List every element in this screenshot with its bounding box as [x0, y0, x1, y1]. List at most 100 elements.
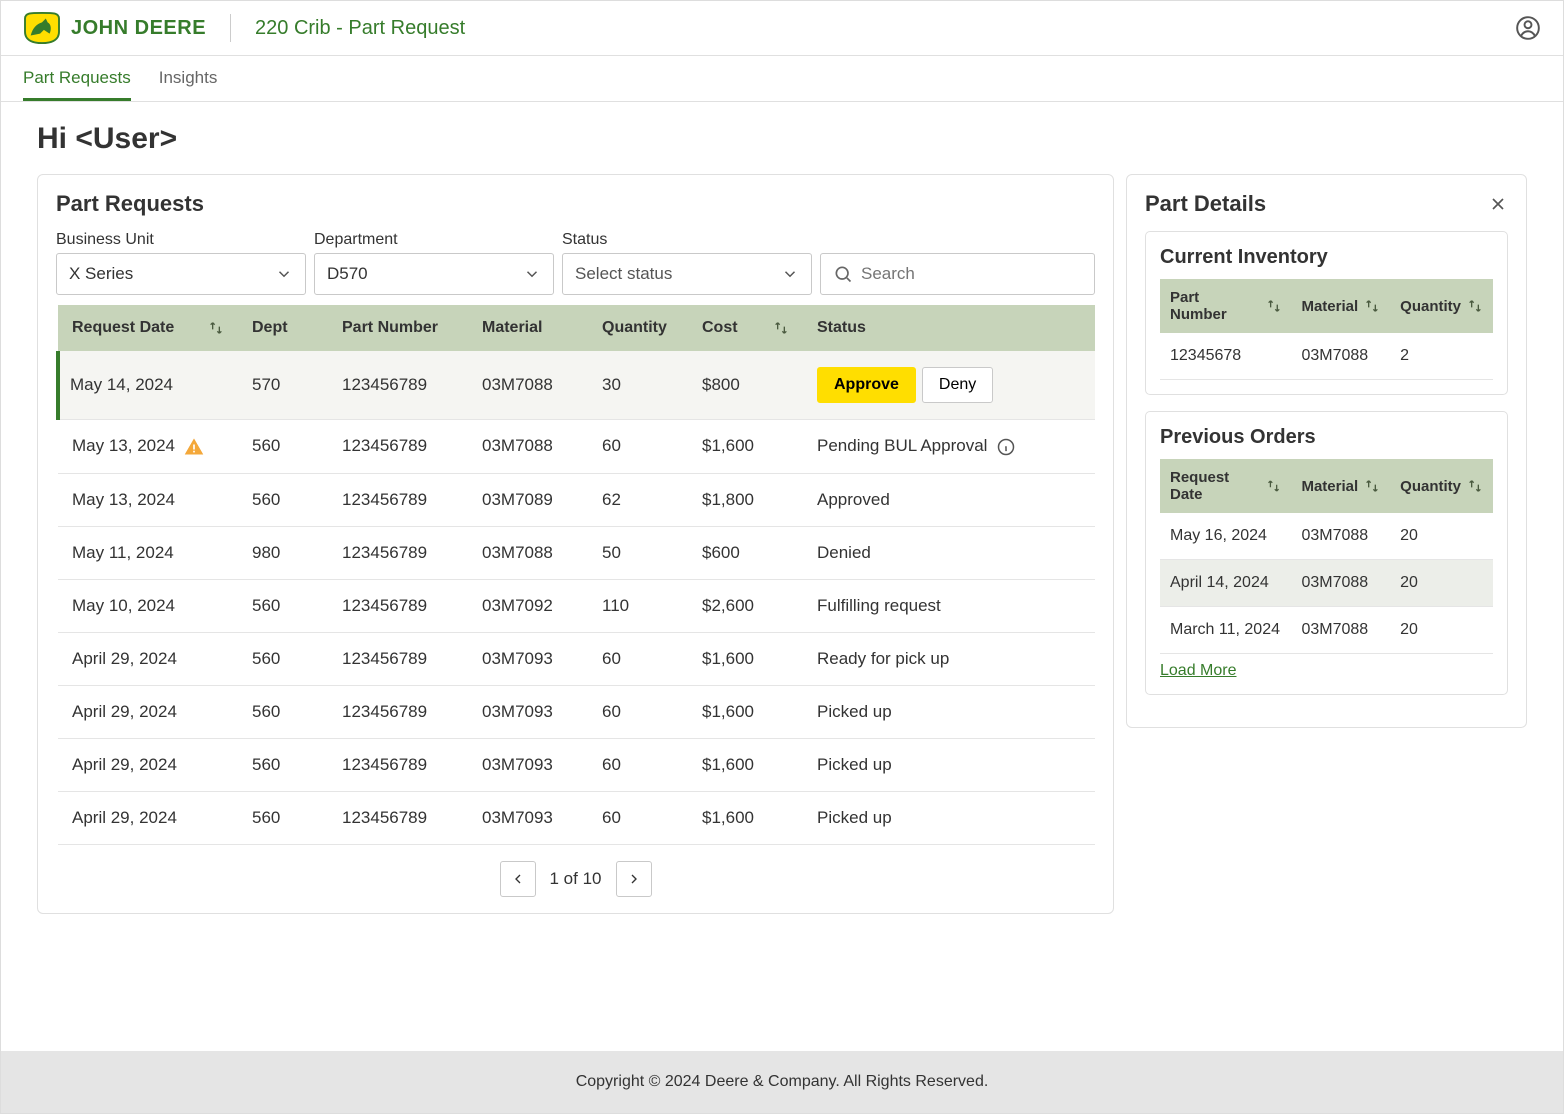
part-requests-title: Part Requests	[56, 191, 204, 217]
status-text: Picked up	[817, 702, 892, 721]
info-icon[interactable]	[996, 437, 1016, 457]
status-text: Pending BUL Approval	[817, 436, 987, 455]
header: JOHN DEERE 220 Crib - Part Request	[1, 1, 1563, 56]
prev-col-date[interactable]: Request Date	[1170, 469, 1260, 503]
sort-icon[interactable]	[1467, 478, 1483, 494]
inv-col-qty[interactable]: Quantity	[1400, 298, 1461, 315]
user-account-icon[interactable]	[1515, 15, 1541, 41]
app-title: 220 Crib - Part Request	[255, 17, 465, 40]
cell-material: 03M7093	[468, 791, 588, 844]
sort-icon[interactable]	[1467, 298, 1483, 314]
tab-insights[interactable]: Insights	[159, 56, 218, 101]
col-quantity[interactable]: Quantity	[602, 319, 667, 336]
col-status[interactable]: Status	[817, 319, 866, 336]
sort-icon[interactable]	[1266, 478, 1281, 494]
cell-material: 03M7088	[468, 351, 588, 420]
cell-dept: 560	[238, 579, 328, 632]
cell-cost: $1,600	[688, 685, 803, 738]
search-input[interactable]	[861, 264, 1082, 284]
pager-next-button[interactable]	[616, 861, 652, 897]
search-box[interactable]	[820, 253, 1095, 295]
table-row[interactable]: March 11, 202403M708820	[1160, 607, 1493, 654]
table-row[interactable]: May 16, 202403M708820	[1160, 513, 1493, 560]
header-divider	[230, 14, 231, 42]
sort-icon[interactable]	[773, 320, 789, 336]
table-row[interactable]: 1234567803M70882	[1160, 333, 1493, 380]
cell-material: 03M7088	[1291, 560, 1390, 607]
table-row[interactable]: April 29, 202456012345678903M709360$1,60…	[58, 632, 1095, 685]
col-material[interactable]: Material	[482, 319, 542, 336]
cell-qty: 20	[1390, 607, 1493, 654]
tab-part-requests[interactable]: Part Requests	[23, 56, 131, 101]
tab-bar: Part Requests Insights	[1, 56, 1563, 102]
cell-date: May 13, 2024	[72, 490, 175, 509]
table-row[interactable]: April 29, 202456012345678903M709360$1,60…	[58, 738, 1095, 791]
cell-date: April 29, 2024	[72, 808, 177, 827]
cell-material: 03M7092	[468, 579, 588, 632]
cell-date: April 14, 2024	[1160, 560, 1291, 607]
sort-icon[interactable]	[208, 320, 224, 336]
cell-dept: 570	[238, 351, 328, 420]
status-text: Picked up	[817, 755, 892, 774]
col-cost[interactable]: Cost	[702, 319, 738, 337]
footer-copyright: Copyright © 2024 Deere & Company. All Ri…	[1, 1051, 1563, 1113]
table-row[interactable]: May 11, 202498012345678903M708850$600Den…	[58, 526, 1095, 579]
table-row[interactable]: May 10, 202456012345678903M7092110$2,600…	[58, 579, 1095, 632]
cell-qty: 30	[588, 351, 688, 420]
cell-date: April 29, 2024	[72, 649, 177, 668]
department-select[interactable]: D570	[314, 253, 554, 295]
status-select[interactable]: Select status	[562, 253, 812, 295]
status-text: Approved	[817, 490, 890, 509]
load-more-link[interactable]: Load More	[1160, 662, 1237, 680]
table-row[interactable]: April 29, 202456012345678903M709360$1,60…	[58, 685, 1095, 738]
cell-qty: 60	[588, 738, 688, 791]
cell-dept: 560	[238, 791, 328, 844]
business-unit-select[interactable]: X Series	[56, 253, 306, 295]
sort-icon[interactable]	[1364, 478, 1380, 494]
col-part-number[interactable]: Part Number	[342, 319, 438, 336]
cell-part: 123456789	[328, 791, 468, 844]
close-icon[interactable]	[1488, 194, 1508, 214]
sort-icon[interactable]	[1266, 298, 1282, 314]
sort-icon[interactable]	[1364, 298, 1380, 314]
status-text: Denied	[817, 543, 871, 562]
cell-qty: 60	[588, 791, 688, 844]
cell-material: 03M7093	[468, 632, 588, 685]
pager: 1 of 10	[56, 861, 1095, 897]
table-row[interactable]: May 14, 202457012345678903M708830$800App…	[58, 351, 1095, 420]
inv-col-part[interactable]: Part Number	[1170, 289, 1260, 323]
cell-dept: 560	[238, 685, 328, 738]
cell-cost: $2,600	[688, 579, 803, 632]
cell-qty: 60	[588, 420, 688, 474]
table-row[interactable]: May 13, 2024 56012345678903M708860$1,600…	[58, 420, 1095, 474]
page-greeting: Hi <User>	[37, 122, 1527, 156]
deny-button[interactable]: Deny	[922, 367, 993, 403]
prev-col-qty[interactable]: Quantity	[1400, 478, 1461, 495]
brand-logo: JOHN DEERE	[23, 11, 206, 45]
col-request-date[interactable]: Request Date	[72, 319, 174, 337]
business-unit-value: X Series	[69, 264, 133, 284]
approve-button[interactable]: Approve	[817, 367, 916, 403]
chevron-left-icon	[510, 871, 526, 887]
cell-cost: $1,600	[688, 791, 803, 844]
cell-cost: $1,600	[688, 420, 803, 474]
prev-col-material[interactable]: Material	[1301, 478, 1358, 495]
pager-prev-button[interactable]	[500, 861, 536, 897]
previous-orders-title: Previous Orders	[1160, 426, 1493, 449]
table-row[interactable]: April 14, 202403M708820	[1160, 560, 1493, 607]
cell-part: 123456789	[328, 526, 468, 579]
cell-material: 03M7093	[468, 738, 588, 791]
cell-material: 03M7088	[1291, 333, 1390, 380]
cell-qty: 50	[588, 526, 688, 579]
table-row[interactable]: April 29, 2024 56012345678903M709360$1,60…	[58, 791, 1095, 844]
inv-col-material[interactable]: Material	[1301, 298, 1358, 315]
part-details-card: Part Details Current Inventory Part Numb…	[1126, 174, 1527, 728]
status-text: Ready for pick up	[817, 649, 949, 668]
col-dept[interactable]: Dept	[252, 319, 288, 336]
table-row[interactable]: May 13, 202456012345678903M708962$1,800A…	[58, 473, 1095, 526]
deer-logo-icon	[23, 11, 61, 45]
cell-material: 03M7088	[468, 526, 588, 579]
search-icon	[833, 264, 853, 284]
department-label: Department	[314, 231, 554, 249]
part-requests-card: Part Requests Business Unit X Series Dep…	[37, 174, 1114, 914]
